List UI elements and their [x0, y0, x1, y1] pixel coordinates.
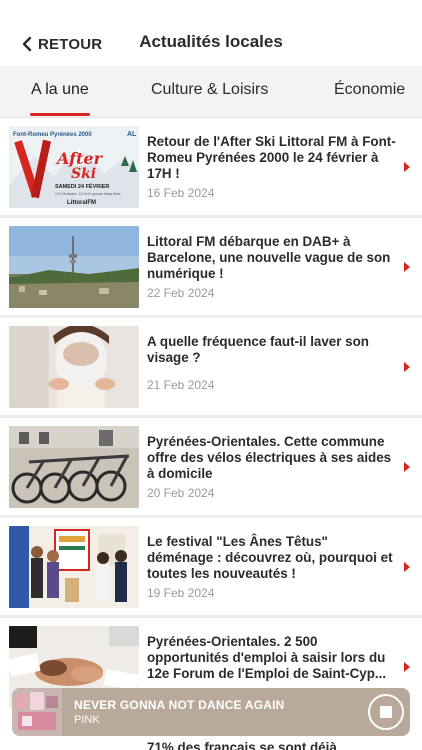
poster-sub: 17h l'Ambiant - DJ et le groupe Mass Bea…	[55, 192, 120, 196]
tab-culture-loisirs[interactable]: Culture & Loisirs	[151, 81, 268, 99]
article-title: Littoral FM débarque en DAB+ à Barcelone…	[147, 234, 391, 281]
article-thumbnail	[9, 426, 139, 508]
barcelona-tower-image	[9, 226, 139, 308]
album-art-image	[12, 688, 62, 736]
page-title: Actualités locales	[139, 32, 283, 51]
article-title: A quelle fréquence faut-il laver son vis…	[147, 334, 369, 365]
poster-headline-2: Ski	[71, 166, 96, 182]
after-ski-poster-image: Font-Romeu Pyrénées 2000 After Ski SAMED…	[9, 126, 139, 208]
chevron-right-icon	[404, 162, 410, 172]
category-tabs: A la une Culture & Loisirs Économie	[0, 66, 422, 118]
festival-people-image	[9, 526, 139, 608]
article-item[interactable]: Littoral FM débarque en DAB+ à Barcelone…	[0, 218, 422, 318]
article-date: 20 Feb 2024	[147, 486, 215, 500]
now-playing-artist: PINK	[74, 714, 100, 726]
article-date: 16 Feb 2024	[147, 186, 215, 200]
article-item[interactable]: Font-Romeu Pyrénées 2000 After Ski SAMED…	[0, 118, 422, 218]
now-playing-title: NEVER GONNA NOT DANCE AGAIN	[74, 698, 285, 712]
poster-date: SAMEDI 24 FÉVRIER	[55, 182, 109, 190]
chevron-right-icon	[404, 362, 410, 372]
electric-bikes-image	[9, 426, 139, 508]
article-date: 22 Feb 2024	[147, 286, 215, 300]
stop-button[interactable]	[368, 694, 404, 730]
face-washing-image	[9, 326, 139, 408]
article-title: Le festival "Les Ânes Têtus" déménage : …	[147, 534, 393, 581]
article-item[interactable]: A quelle fréquence faut-il laver son vis…	[0, 318, 422, 418]
article-date: 21 Feb 2024	[147, 378, 215, 392]
chevron-right-icon	[404, 262, 410, 272]
article-date: 19 Feb 2024	[147, 586, 215, 600]
mini-player[interactable]: NEVER GONNA NOT DANCE AGAIN PINK	[12, 688, 410, 736]
poster-corner: AL	[127, 131, 137, 138]
poster-top-text: Font-Romeu Pyrénées 2000	[13, 132, 92, 138]
poster-brand: LittoralFM	[67, 200, 96, 206]
article-thumbnail	[9, 326, 139, 408]
article-item[interactable]: Pyrénées-Orientales. Cette commune offre…	[0, 418, 422, 518]
tab-economie[interactable]: Économie	[334, 81, 405, 99]
article-title: Pyrénées-Orientales. Cette commune offre…	[147, 434, 392, 481]
album-art	[12, 688, 62, 736]
stop-icon	[380, 706, 392, 718]
article-title: Retour de l'After Ski Littoral FM à Font…	[147, 134, 396, 181]
article-item[interactable]: Le festival "Les Ânes Têtus" déménage : …	[0, 518, 422, 618]
tab-a-la-une[interactable]: A la une	[31, 81, 89, 99]
chevron-right-icon	[404, 562, 410, 572]
chevron-right-icon	[404, 462, 410, 472]
article-title: Pyrénées-Orientales. 2 500 opportunités …	[147, 634, 387, 681]
article-thumbnail: Font-Romeu Pyrénées 2000 After Ski SAMED…	[9, 126, 139, 208]
top-bar: RETOUR Actualités locales	[0, 0, 422, 66]
article-thumbnail	[9, 526, 139, 608]
next-article-peek: 71% des français se sont déjà	[147, 740, 337, 750]
active-tab-indicator	[30, 113, 90, 116]
article-thumbnail	[9, 226, 139, 308]
chevron-right-icon	[404, 662, 410, 672]
